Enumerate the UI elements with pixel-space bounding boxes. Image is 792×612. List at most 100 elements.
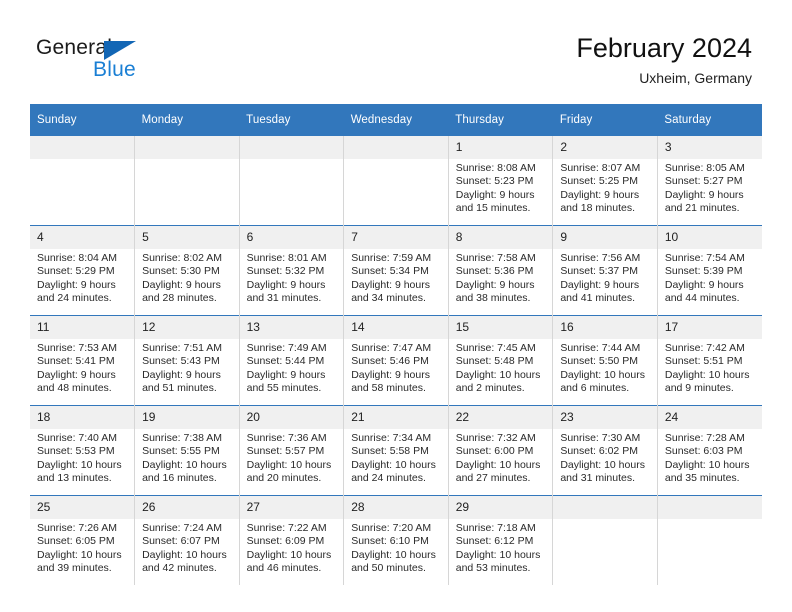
day-number: 22 (448, 406, 553, 429)
sunrise-text: Sunrise: 7:28 AM (664, 432, 745, 444)
day-number (30, 136, 135, 159)
daylight-text-line2: and 28 minutes. (142, 292, 217, 305)
sunset-text: Sunset: 5:44 PM (246, 355, 325, 368)
daylight-text-line2: and 51 minutes. (142, 382, 217, 395)
sunrise-text: Sunrise: 7:36 AM (246, 432, 327, 444)
daylight-text-line2: and 21 minutes. (664, 202, 740, 215)
calendar-day-cell[interactable]: 26 Sunrise: 7:24 AM Sunset: 6:07 PM Dayligh… (134, 495, 240, 585)
day-details (240, 159, 344, 162)
daylight-text-line1: Daylight: 9 hours (455, 188, 535, 201)
sunrise-text: Sunrise: 7:38 AM (142, 432, 223, 444)
sunrise-text: Sunrise: 7:56 AM (560, 252, 641, 264)
calendar-day-cell[interactable]: 16 Sunrise: 7:44 AM Sunset: 5:50 PM Dayligh… (552, 315, 658, 406)
logo-text-blue: Blue (93, 58, 136, 81)
calendar-day-cell[interactable]: 8 Sunrise: 7:58 AM Sunset: 5:36 PM Daylight… (448, 225, 554, 316)
sunset-text: Sunset: 5:55 PM (142, 445, 220, 458)
calendar-day-cell[interactable]: 7 Sunrise: 7:59 AM Sunset: 5:34 PM Daylight… (343, 225, 449, 316)
day-number: 6 (239, 226, 344, 249)
calendar-day-cell[interactable]: 27 Sunrise: 7:22 AM Sunset: 6:09 PM Dayligh… (239, 495, 345, 585)
day-details (30, 159, 134, 162)
sunrise-text: Sunrise: 7:24 AM (142, 522, 223, 534)
daylight-text-line2: and 16 minutes. (142, 472, 217, 485)
calendar-day-cell[interactable]: 19 Sunrise: 7:38 AM Sunset: 5:55 PM Dayligh… (134, 405, 240, 496)
daylight-text-line2: and 53 minutes. (455, 562, 531, 575)
day-details: Sunrise: 7:42 AM Sunset: 5:51 PM Daylight:… (658, 339, 762, 396)
day-details (553, 519, 657, 522)
day-details: Sunrise: 7:58 AM Sunset: 5:36 PM Daylight:… (449, 249, 553, 306)
calendar-day-cell[interactable]: 14 Sunrise: 7:47 AM Sunset: 5:46 PM Dayligh… (343, 315, 449, 406)
daylight-text-line2: and 50 minutes. (351, 562, 426, 575)
sunset-text: Sunset: 6:07 PM (142, 535, 220, 548)
calendar-day-cell[interactable]: 18 Sunrise: 7:40 AM Sunset: 5:53 PM Dayligh… (30, 405, 136, 496)
daylight-text-line1: Daylight: 10 hours (37, 548, 122, 561)
day-number: 4 (30, 226, 135, 249)
calendar-day-cell[interactable]: 15 Sunrise: 7:45 AM Sunset: 5:48 PM Dayligh… (448, 315, 554, 406)
daylight-text-line1: Daylight: 10 hours (246, 458, 332, 471)
daylight-text-line2: and 20 minutes. (246, 472, 322, 485)
calendar-day-cell[interactable]: 20 Sunrise: 7:36 AM Sunset: 5:57 PM Dayligh… (239, 405, 345, 496)
daylight-text-line2: and 48 minutes. (37, 382, 112, 395)
day-details: Sunrise: 7:53 AM Sunset: 5:41 PM Daylight:… (30, 339, 134, 396)
calendar-day-cell[interactable]: 3 Sunrise: 8:05 AM Sunset: 5:27 PM Daylight… (657, 136, 762, 226)
sunrise-text: Sunrise: 8:05 AM (664, 162, 745, 174)
sunset-text: Sunset: 5:43 PM (142, 355, 220, 368)
day-number: 5 (135, 226, 239, 249)
daylight-text-line2: and 41 minutes. (560, 292, 636, 305)
day-number: 26 (135, 496, 239, 519)
calendar-day-cell[interactable]: 11 Sunrise: 7:53 AM Sunset: 5:41 PM Dayligh… (30, 315, 136, 406)
calendar-day-cell[interactable]: 9 Sunrise: 7:56 AM Sunset: 5:37 PM Daylight… (552, 225, 658, 316)
daylight-text-line2: and 44 minutes. (664, 292, 740, 305)
daylight-text-line1: Daylight: 9 hours (37, 278, 116, 291)
sunset-text: Sunset: 6:05 PM (37, 535, 115, 548)
sunset-text: Sunset: 5:57 PM (246, 445, 325, 458)
day-number: 25 (30, 496, 135, 519)
calendar-body: 1 Sunrise: 8:08 AM Sunset: 5:23 PM Daylight… (30, 136, 762, 585)
calendar-week-row: 25 Sunrise: 7:26 AM Sunset: 6:05 PM Dayligh… (30, 495, 762, 585)
calendar-empty-cell (552, 495, 658, 585)
sunset-text: Sunset: 5:27 PM (664, 175, 743, 188)
daylight-text-line1: Daylight: 10 hours (351, 458, 436, 471)
calendar-empty-cell (343, 136, 449, 226)
calendar-day-cell[interactable]: 21 Sunrise: 7:34 AM Sunset: 5:58 PM Dayligh… (343, 405, 449, 496)
daylight-text-line1: Daylight: 10 hours (142, 458, 227, 471)
daylight-text-line1: Daylight: 9 hours (246, 278, 326, 291)
sunrise-text: Sunrise: 7:40 AM (37, 432, 117, 444)
daylight-text-line1: Daylight: 10 hours (455, 548, 541, 561)
calendar-day-cell[interactable]: 25 Sunrise: 7:26 AM Sunset: 6:05 PM Dayligh… (30, 495, 136, 585)
calendar-day-cell[interactable]: 13 Sunrise: 7:49 AM Sunset: 5:44 PM Dayligh… (239, 315, 345, 406)
calendar-day-cell[interactable]: 24 Sunrise: 7:28 AM Sunset: 6:03 PM Dayligh… (657, 405, 762, 496)
day-details (135, 159, 239, 162)
calendar-day-cell[interactable]: 12 Sunrise: 7:51 AM Sunset: 5:43 PM Dayligh… (134, 315, 240, 406)
sunrise-text: Sunrise: 7:47 AM (351, 342, 432, 354)
calendar-day-cell[interactable]: 23 Sunrise: 7:30 AM Sunset: 6:02 PM Dayligh… (552, 405, 658, 496)
calendar-day-cell[interactable]: 28 Sunrise: 7:20 AM Sunset: 6:10 PM Dayligh… (343, 495, 449, 585)
weekday-header-monday: Monday (134, 104, 240, 136)
calendar-day-cell[interactable]: 6 Sunrise: 8:01 AM Sunset: 5:32 PM Daylight… (239, 225, 345, 316)
calendar-empty-cell (657, 495, 762, 585)
calendar-day-cell[interactable]: 2 Sunrise: 8:07 AM Sunset: 5:25 PM Daylight… (552, 136, 658, 226)
day-details: Sunrise: 7:45 AM Sunset: 5:48 PM Daylight:… (449, 339, 553, 396)
general-blue-logo[interactable]: General Blue (36, 36, 166, 86)
calendar-day-cell[interactable]: 22 Sunrise: 7:32 AM Sunset: 6:00 PM Dayligh… (448, 405, 554, 496)
daylight-text-line2: and 39 minutes. (37, 562, 112, 575)
calendar-day-cell[interactable]: 1 Sunrise: 8:08 AM Sunset: 5:23 PM Daylight… (448, 136, 554, 226)
calendar-day-cell[interactable]: 5 Sunrise: 8:02 AM Sunset: 5:30 PM Daylight… (134, 225, 240, 316)
calendar-day-cell[interactable]: 4 Sunrise: 8:04 AM Sunset: 5:29 PM Daylight… (30, 225, 136, 316)
sunset-text: Sunset: 5:37 PM (560, 265, 638, 278)
weekday-header-row: Sunday Monday Tuesday Wednesday Thursday… (30, 104, 762, 136)
sunrise-text: Sunrise: 7:18 AM (455, 522, 536, 534)
daylight-text-line2: and 27 minutes. (455, 472, 531, 485)
sunrise-text: Sunrise: 7:54 AM (664, 252, 745, 264)
calendar-day-cell[interactable]: 17 Sunrise: 7:42 AM Sunset: 5:51 PM Dayligh… (657, 315, 762, 406)
calendar-day-cell[interactable]: 29 Sunrise: 7:18 AM Sunset: 6:12 PM Dayligh… (448, 495, 554, 585)
day-number (135, 136, 239, 159)
day-details: Sunrise: 7:44 AM Sunset: 5:50 PM Daylight:… (553, 339, 657, 396)
day-details: Sunrise: 7:30 AM Sunset: 6:02 PM Daylight:… (553, 429, 657, 486)
day-number: 7 (344, 226, 448, 249)
sunrise-text: Sunrise: 7:49 AM (246, 342, 327, 354)
day-number (344, 136, 448, 159)
day-details: Sunrise: 7:49 AM Sunset: 5:44 PM Daylight:… (240, 339, 344, 396)
calendar-day-cell[interactable]: 10 Sunrise: 7:54 AM Sunset: 5:39 PM Dayligh… (657, 225, 762, 316)
day-details: Sunrise: 8:08 AM Sunset: 5:23 PM Daylight:… (449, 159, 553, 216)
day-details: Sunrise: 7:20 AM Sunset: 6:10 PM Daylight:… (344, 519, 448, 576)
